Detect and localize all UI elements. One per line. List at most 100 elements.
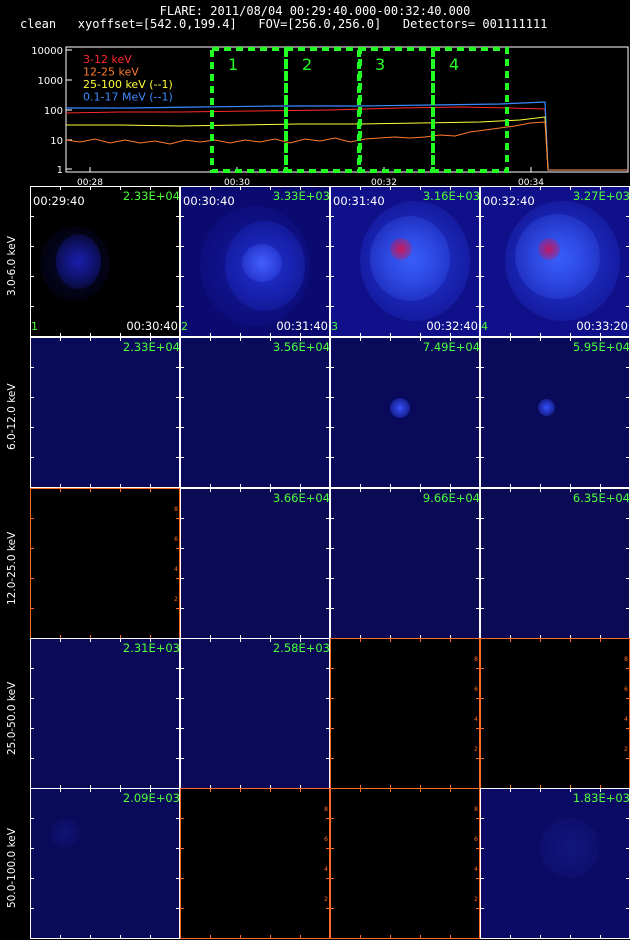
axis-tick [540,788,541,792]
axis-tick [420,488,421,492]
axis-tick [90,186,91,190]
axis-tick [30,818,34,819]
interval-number: 3 [375,55,385,74]
image-panel: 2.33E+04 00:29:40 00:30:40 1 [30,186,180,337]
axis-tick [626,608,630,609]
flare-title: FLARE: 2011/08/04 00:29:40.000-00:32:40.… [159,4,471,18]
axis-tick [60,935,61,939]
axis-tick [540,488,541,492]
axis-tick [480,758,484,759]
axis-tick [540,638,541,642]
axis-tick [330,276,334,277]
axis-tick [626,216,630,217]
legend-entry: 0.1-17 MeV (--1) [83,91,173,104]
axis-tick [540,337,541,341]
image-panel: 3.56E+04 [180,337,330,488]
panel-max-value: 3.27E+03 [572,189,630,203]
axis-number: 4 [324,866,328,873]
axis-tick [570,186,571,190]
y-tick-label: 1 [57,165,63,176]
axis-tick [180,276,184,277]
axis-tick [330,668,334,669]
axis-tick [480,397,484,398]
energy-band-label: 50.0-100.0 keV [6,827,18,908]
image-panel: 2 4 6 8 [330,788,480,939]
axis-tick [240,935,241,939]
axis-tick [480,457,484,458]
y-tick-label: 10000 [31,46,63,57]
axis-tick [30,908,34,909]
axis-number: 2 [324,896,328,903]
axis-tick [180,427,184,428]
axis-tick [390,186,391,190]
panel-end-time: 00:32:40 [426,319,478,333]
image-panel: 1.83E+03 [480,788,630,939]
axis-number: 8 [324,806,328,813]
image-panel: 2.09E+03 [30,788,180,939]
axis-number: 4 [624,716,628,723]
axis-tick [570,488,571,492]
axis-tick [30,878,34,879]
axis-tick [330,246,334,247]
image-panel: 3.27E+03 00:32:40 00:33:20 4 [480,186,630,337]
axis-tick [120,186,121,190]
axis-tick [180,878,184,879]
energy-band-label: 3.0-6.0 keV [6,236,18,297]
panel-frame [330,186,480,337]
panel-max-value: 6.35E+04 [572,491,630,505]
axis-tick [480,246,484,247]
x-tick-label: 00:28 [77,178,103,186]
axis-tick [540,935,541,939]
axis-tick [626,728,630,729]
image-panel: 2 4 6 8 [330,638,480,789]
axis-tick [180,306,184,307]
axis-number: 2 [474,746,478,753]
panel-frame [480,638,630,789]
axis-tick [90,337,91,341]
axis-tick [360,935,361,939]
axis-number: 4 [174,566,178,573]
axis-tick [180,668,184,669]
panel-frame [180,788,330,939]
axis-tick [480,908,484,909]
axis-tick [626,246,630,247]
axis-number: 2 [174,596,178,603]
axis-tick [240,788,241,792]
axis-tick [540,186,541,190]
axis-tick [510,488,511,492]
image-panel: 2 4 6 8 [180,788,330,939]
axis-tick [626,548,630,549]
imaging-parameters: clean xyoffset=[542.0,199.4] FOV=[256.0,… [20,17,548,31]
axis-tick [626,427,630,428]
lightcurve-plot: 10000 1000 100 10 1 00:28 00:30 00:32 00:34 3-1… [31,46,629,186]
panel-end-time: 00:33:20 [576,319,628,333]
axis-tick [450,935,451,939]
axis-tick [330,698,334,699]
axis-tick [626,578,630,579]
axis-tick [480,367,484,368]
panel-frame [480,488,630,639]
axis-tick [626,758,630,759]
axis-tick [300,788,301,792]
x-tick-label: 00:30 [224,178,250,186]
axis-tick [60,488,61,492]
panel-max-value: 1.83E+03 [572,791,630,805]
x-tick-label: 00:32 [371,178,397,186]
axis-tick [330,306,334,307]
axis-tick [330,728,334,729]
panel-frame [180,337,330,488]
axis-tick [626,306,630,307]
axis-tick [240,638,241,642]
image-panel: 3.16E+03 00:31:40 00:32:40 3 [330,186,480,337]
energy-band-label: 6.0-12.0 keV [6,383,18,451]
axis-tick [180,818,184,819]
axis-tick [480,698,484,699]
axis-tick [30,758,34,759]
axis-tick [210,638,211,642]
axis-tick [570,337,571,341]
image-panel: 3.66E+04 [180,488,330,639]
axis-tick [480,818,484,819]
axis-tick [420,337,421,341]
axis-tick [390,488,391,492]
curve-3-12-kev [65,106,628,171]
